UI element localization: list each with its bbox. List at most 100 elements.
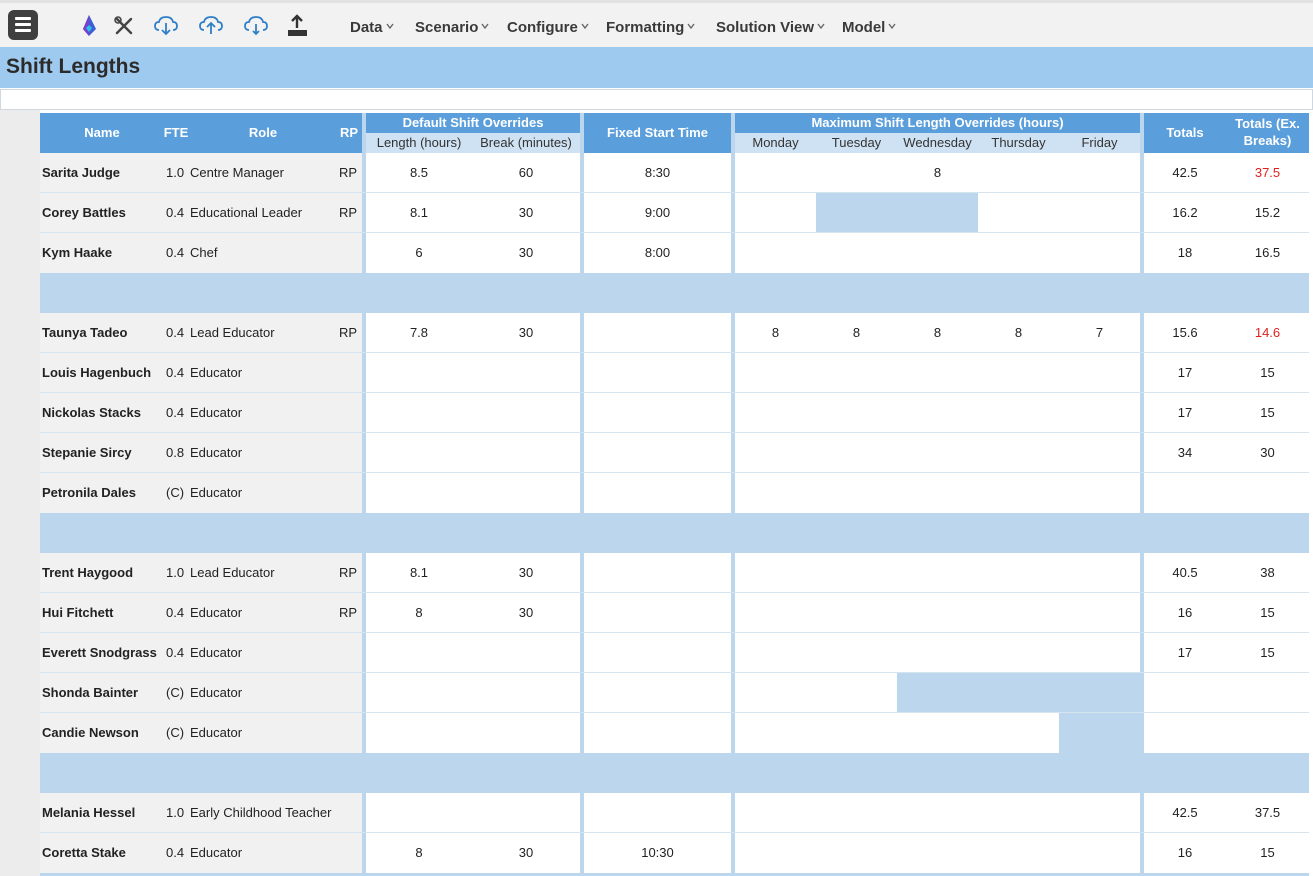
header-day-friday[interactable]: Friday (1059, 133, 1140, 153)
header-rp[interactable]: RP (336, 125, 362, 143)
cloud-upload-icon[interactable] (198, 14, 224, 38)
day-override-cell[interactable] (1059, 233, 1140, 273)
header-totals[interactable]: Totals (1144, 125, 1226, 143)
day-override-cell[interactable] (816, 713, 897, 753)
break-cell[interactable] (472, 353, 580, 393)
length-cell[interactable]: 8.5 (366, 153, 472, 193)
day-override-cell[interactable]: 8 (897, 313, 978, 353)
fixed-start-cell[interactable] (584, 673, 731, 713)
day-override-cell[interactable] (897, 233, 978, 273)
break-cell[interactable]: 30 (472, 233, 580, 273)
day-override-cell[interactable]: 8 (897, 153, 978, 193)
employee-name[interactable]: Melania Hessel (42, 793, 166, 833)
break-cell[interactable] (472, 433, 580, 473)
day-override-cell[interactable] (978, 793, 1059, 833)
day-override-cell[interactable] (978, 153, 1059, 193)
day-override-cell[interactable] (735, 433, 816, 473)
break-cell[interactable]: 30 (472, 193, 580, 233)
day-override-cell[interactable] (1059, 353, 1140, 393)
day-override-cell[interactable] (816, 633, 897, 673)
day-override-cell[interactable]: 8 (978, 313, 1059, 353)
day-override-cell[interactable] (816, 193, 897, 233)
day-override-cell[interactable] (897, 433, 978, 473)
day-override-cell[interactable] (978, 433, 1059, 473)
length-cell[interactable] (366, 633, 472, 673)
employee-name[interactable]: Hui Fitchett (42, 593, 166, 633)
header-fixed-start-time[interactable]: Fixed Start Time (584, 113, 731, 153)
day-override-cell[interactable]: 7 (1059, 313, 1140, 353)
day-override-cell[interactable] (897, 593, 978, 633)
length-cell[interactable] (366, 673, 472, 713)
day-override-cell[interactable] (735, 153, 816, 193)
day-override-cell[interactable] (897, 833, 978, 873)
day-override-cell[interactable] (735, 713, 816, 753)
employee-name[interactable]: Everett Snodgrass (42, 633, 166, 673)
day-override-cell[interactable] (1059, 393, 1140, 433)
header-day-monday[interactable]: Monday (735, 133, 816, 153)
employee-name[interactable]: Coretta Stake (42, 833, 166, 873)
day-override-cell[interactable] (735, 593, 816, 633)
header-fte[interactable]: FTE (158, 125, 194, 143)
day-override-cell[interactable] (1059, 633, 1140, 673)
break-cell[interactable]: 30 (472, 553, 580, 593)
day-override-cell[interactable] (735, 193, 816, 233)
app-logo-icon[interactable] (76, 14, 102, 38)
day-override-cell[interactable] (816, 593, 897, 633)
day-override-cell[interactable] (897, 353, 978, 393)
break-cell[interactable] (472, 713, 580, 753)
cloud-download-icon[interactable] (153, 14, 179, 38)
menu-model[interactable]: Model (842, 3, 896, 50)
break-cell[interactable]: 60 (472, 153, 580, 193)
day-override-cell[interactable] (1059, 193, 1140, 233)
length-cell[interactable]: 8.1 (366, 553, 472, 593)
day-override-cell[interactable] (735, 353, 816, 393)
day-override-cell[interactable] (735, 633, 816, 673)
length-cell[interactable] (366, 433, 472, 473)
day-override-cell[interactable] (1059, 473, 1140, 513)
day-override-cell[interactable] (978, 353, 1059, 393)
day-override-cell[interactable] (897, 793, 978, 833)
break-cell[interactable]: 30 (472, 313, 580, 353)
break-cell[interactable]: 30 (472, 833, 580, 873)
fixed-start-cell[interactable]: 8:00 (584, 233, 731, 273)
day-override-cell[interactable] (897, 193, 978, 233)
fixed-start-cell[interactable]: 8:30 (584, 153, 731, 193)
day-override-cell[interactable] (978, 633, 1059, 673)
fixed-start-cell[interactable] (584, 473, 731, 513)
day-override-cell[interactable] (816, 673, 897, 713)
day-override-cell[interactable]: 8 (816, 313, 897, 353)
break-cell[interactable] (472, 673, 580, 713)
day-override-cell[interactable] (816, 833, 897, 873)
fixed-start-cell[interactable] (584, 553, 731, 593)
header-role[interactable]: Role (236, 125, 290, 143)
length-cell[interactable] (366, 473, 472, 513)
length-cell[interactable] (366, 353, 472, 393)
day-override-cell[interactable] (816, 433, 897, 473)
employee-name[interactable]: Louis Hagenbuch (42, 353, 166, 393)
day-override-cell[interactable] (1059, 153, 1140, 193)
day-override-cell[interactable] (1059, 553, 1140, 593)
day-override-cell[interactable] (816, 473, 897, 513)
menu-data[interactable]: Data (350, 3, 394, 50)
header-name[interactable]: Name (70, 125, 134, 143)
length-cell[interactable]: 8.1 (366, 193, 472, 233)
length-cell[interactable]: 8 (366, 833, 472, 873)
header-day-tuesday[interactable]: Tuesday (816, 133, 897, 153)
day-override-cell[interactable] (978, 833, 1059, 873)
header-day-wednesday[interactable]: Wednesday (897, 133, 978, 153)
length-cell[interactable] (366, 793, 472, 833)
day-override-cell[interactable] (1059, 593, 1140, 633)
day-override-cell[interactable] (978, 593, 1059, 633)
hamburger-menu-icon[interactable] (8, 10, 38, 40)
day-override-cell[interactable] (897, 713, 978, 753)
fixed-start-cell[interactable] (584, 313, 731, 353)
day-override-cell[interactable] (735, 233, 816, 273)
header-day-thursday[interactable]: Thursday (978, 133, 1059, 153)
day-override-cell[interactable] (1059, 713, 1140, 753)
break-cell[interactable] (472, 633, 580, 673)
menu-solution-view[interactable]: Solution View (716, 3, 825, 50)
break-cell[interactable] (472, 793, 580, 833)
length-cell[interactable] (366, 713, 472, 753)
employee-name[interactable]: Taunya Tadeo (42, 313, 166, 353)
menu-formatting[interactable]: Formatting (606, 3, 695, 50)
